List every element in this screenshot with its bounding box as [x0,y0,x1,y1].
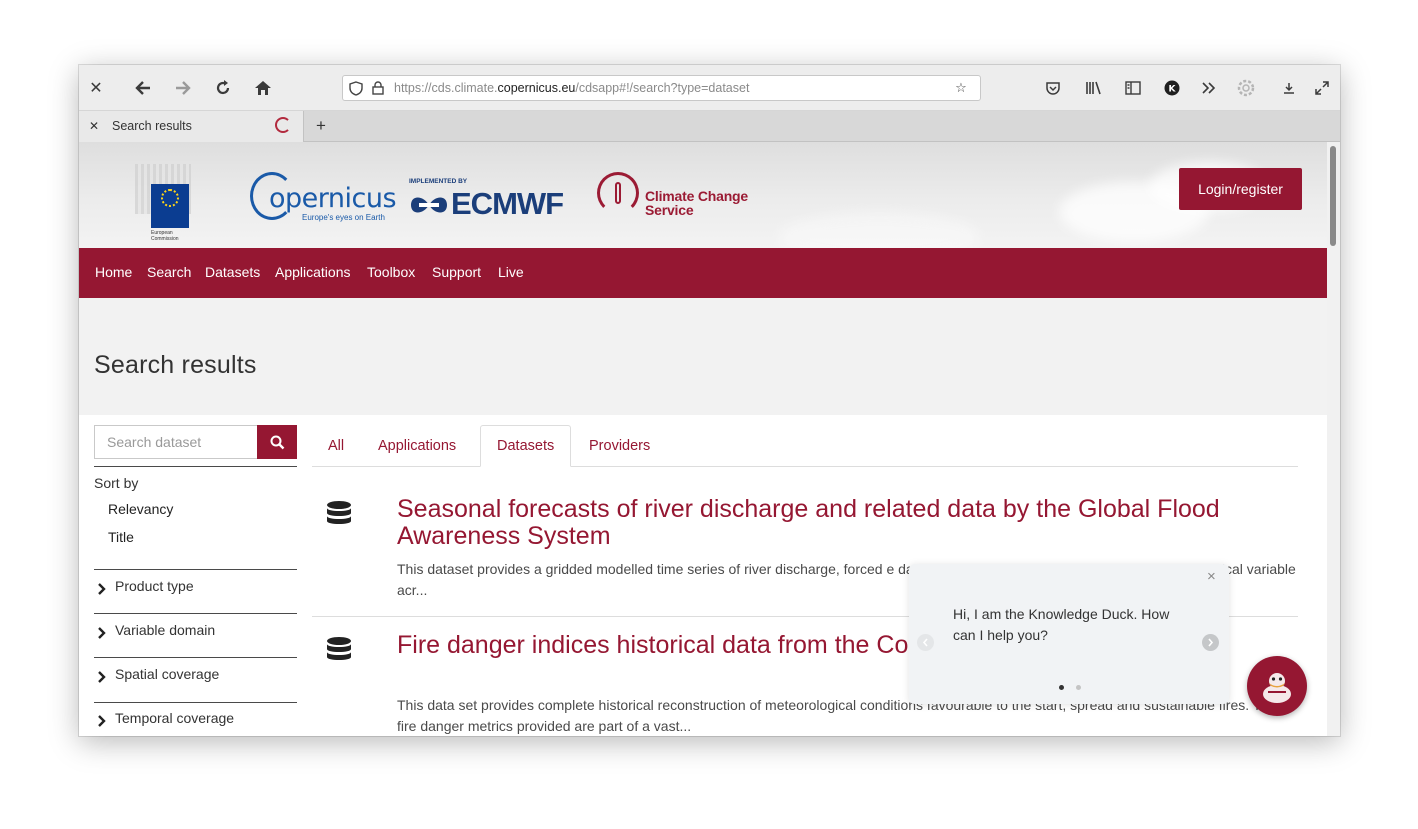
chevron-right-icon[interactable] [1202,634,1219,651]
nav-toolbox[interactable]: Toolbox [367,264,415,280]
vertical-scrollbar[interactable] [1327,142,1340,736]
main-nav: Home Search Datasets Applications Toolbo… [79,248,1327,298]
home-icon[interactable] [251,76,275,100]
close-window-icon[interactable]: ✕ [84,76,108,100]
search-input[interactable] [95,426,258,458]
browser-window: ✕ https://cds.climate.copernicus.eu/cdsa… [79,65,1340,736]
nav-home[interactable]: Home [95,264,132,280]
nav-search[interactable]: Search [147,264,191,280]
chevron-right-icon [94,670,108,684]
duck-icon [1263,673,1291,703]
sidebar-toggle-icon[interactable] [1121,76,1145,100]
tab-strip: ✕ Search results + [79,111,1340,142]
pocket-icon[interactable] [1041,76,1065,100]
url-text[interactable]: https://cds.climate.copernicus.eu/cdsapp… [394,81,749,95]
bookmark-star-icon[interactable]: ☆ [953,80,969,96]
carousel-dots [1059,685,1081,690]
page-title-banner: Search results [79,298,1327,415]
forward-icon[interactable] [171,76,195,100]
scrollbar-thumb[interactable] [1330,146,1336,246]
library-icon[interactable] [1082,76,1106,100]
filter-variable-domain[interactable]: Variable domain [94,613,297,657]
chat-message: Hi, I am the Knowledge Duck. How can I h… [953,606,1170,643]
filter-spatial-coverage[interactable]: Spatial coverage [94,657,297,701]
download-icon[interactable] [1277,76,1301,100]
chevron-right-icon [94,582,108,596]
nav-support[interactable]: Support [432,264,481,280]
thermometer-icon [615,182,621,204]
lock-icon[interactable] [370,80,386,96]
shield-icon[interactable] [348,80,364,96]
page-content: European Commission opernicus Europe's e… [79,142,1327,736]
filter-temporal-coverage[interactable]: Temporal coverage [94,701,297,736]
nav-datasets[interactable]: Datasets [205,264,260,280]
database-icon [327,501,351,524]
overflow-chevrons-icon[interactable] [1197,76,1221,100]
settings-gear-icon[interactable] [1234,76,1258,100]
sort-option-relevancy[interactable]: Relevancy [108,501,173,517]
divider [94,466,297,467]
chevron-left-icon[interactable] [917,634,934,651]
filter-product-type[interactable]: Product type [94,569,297,613]
tab-providers[interactable]: Providers [573,425,666,467]
eu-stars-icon [161,189,179,207]
tab-search-results[interactable]: ✕ Search results [79,111,304,142]
carousel-dot[interactable] [1059,685,1064,690]
new-tab-button[interactable]: + [316,116,326,136]
site-header: European Commission opernicus Europe's e… [79,142,1327,248]
svg-text:K: K [1169,85,1177,95]
search-dataset-field[interactable] [94,425,258,459]
search-icon [270,435,284,449]
carousel-dot[interactable] [1076,685,1081,690]
back-icon[interactable] [131,76,155,100]
copernicus-logo[interactable]: opernicus Europe's eyes on Earth [250,172,397,224]
sort-option-title[interactable]: Title [108,529,134,545]
login-register-button[interactable]: Login/register [1179,168,1302,210]
chevron-right-icon [94,714,108,728]
search-button[interactable] [257,425,297,459]
climate-change-service-logo[interactable]: Climate Change Service [597,172,757,220]
result-title-link[interactable]: Seasonal forecasts of river discharge an… [397,496,1297,550]
close-icon[interactable]: × [1207,569,1221,584]
fullscreen-icon[interactable] [1310,76,1334,100]
tab-datasets[interactable]: Datasets [480,425,572,467]
chevron-right-icon [94,626,108,640]
tab-title: Search results [112,119,192,133]
knowledge-duck-popup: × Hi, I am the Knowledge Duck. How can I… [909,564,1229,704]
nav-live[interactable]: Live [498,264,524,280]
tab-applications[interactable]: Applications [362,425,472,467]
url-bar[interactable]: https://cds.climate.copernicus.eu/cdsapp… [342,75,981,101]
database-icon [327,637,351,660]
nav-applications[interactable]: Applications [275,264,351,280]
favicon-icon [275,117,291,133]
page-title: Search results [94,351,257,379]
european-commission-logo[interactable]: European Commission [135,164,191,242]
reload-icon[interactable] [211,76,235,100]
account-icon[interactable]: K [1160,76,1184,100]
browser-toolbar: ✕ https://cds.climate.copernicus.eu/cdsa… [79,65,1340,111]
knowledge-duck-button[interactable] [1247,656,1307,716]
close-tab-icon[interactable]: ✕ [89,119,99,133]
tab-all[interactable]: All [312,425,360,467]
sort-by-label: Sort by [94,475,139,491]
